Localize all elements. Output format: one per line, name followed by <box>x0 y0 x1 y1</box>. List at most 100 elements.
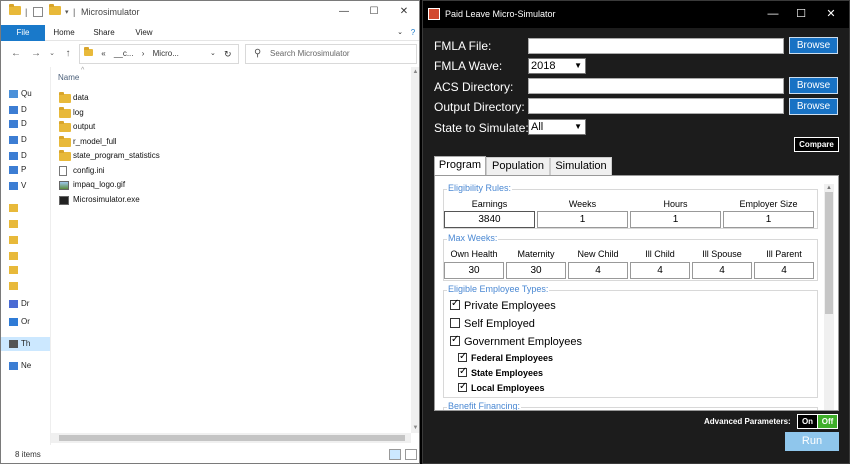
tab-home[interactable]: Home <box>51 25 77 41</box>
federal-employees-checkbox[interactable]: Federal Employees <box>458 351 553 367</box>
maximize-icon[interactable]: ☐ <box>359 4 389 20</box>
recent-dropdown-icon[interactable]: ⌄ <box>45 47 59 61</box>
file-list-item[interactable]: r_model_full <box>57 135 357 149</box>
fmla-wave-select[interactable]: 2018 ▼ <box>528 58 586 74</box>
nav-item[interactable]: V <box>1 179 50 193</box>
tab-file[interactable]: File <box>1 25 45 41</box>
new-folder-icon[interactable] <box>49 4 61 19</box>
scroll-up-icon[interactable]: ▲ <box>824 184 834 192</box>
file-list-item[interactable]: impaq_logo.gif <box>57 178 357 192</box>
scroll-thumb[interactable] <box>59 435 405 441</box>
column-header-name[interactable]: Name <box>58 73 79 82</box>
fmla-file-input[interactable] <box>528 38 784 54</box>
address-dropdown-icon[interactable]: ⌄ <box>210 45 216 63</box>
nav-item[interactable] <box>1 263 50 277</box>
earnings-input[interactable]: 3840 <box>444 211 535 228</box>
breadcrumb-overflow[interactable]: « <box>101 49 105 58</box>
tab-view[interactable]: View <box>131 25 157 41</box>
quick-access-dropdown-icon[interactable]: ▾ <box>65 6 69 19</box>
forward-arrow-icon[interactable]: → <box>29 47 43 61</box>
ill-child-header: Ill Child <box>645 249 675 259</box>
vertical-scrollbar[interactable]: ▲ ▼ <box>411 67 419 433</box>
employer-size-input[interactable]: 1 <box>723 211 814 228</box>
ill-spouse-input[interactable]: 4 <box>692 262 752 279</box>
back-arrow-icon[interactable]: ← <box>9 47 23 61</box>
scroll-thumb[interactable] <box>825 192 833 314</box>
advanced-on-toggle[interactable]: On <box>797 414 818 429</box>
ill-parent-input[interactable]: 4 <box>754 262 814 279</box>
nav-item[interactable]: Or <box>1 315 50 329</box>
government-employees-checkbox[interactable]: Government Employees <box>450 334 582 350</box>
close-icon[interactable]: ✕ <box>817 6 845 22</box>
output-directory-browse-button[interactable]: Browse <box>789 98 838 115</box>
file-list-item[interactable]: config.ini <box>57 164 357 178</box>
nav-item[interactable] <box>1 201 50 215</box>
state-employees-checkbox[interactable]: State Employees <box>458 366 543 382</box>
breadcrumb-item[interactable]: __c... <box>114 49 134 58</box>
state-select[interactable]: All ▼ <box>528 119 586 135</box>
checkbox-checked-icon[interactable] <box>450 298 460 310</box>
output-directory-input[interactable] <box>528 98 784 114</box>
maximize-icon[interactable]: ☐ <box>787 6 815 22</box>
checkbox-checked-icon[interactable] <box>458 366 467 377</box>
nav-item[interactable]: D <box>1 149 50 163</box>
nav-item[interactable]: D <box>1 103 50 117</box>
file-list-item[interactable]: log <box>57 106 357 120</box>
tab-share[interactable]: Share <box>91 25 117 41</box>
breadcrumb-current[interactable]: Micro... <box>153 49 179 58</box>
details-view-icon[interactable] <box>389 449 401 460</box>
nav-item[interactable]: D <box>1 133 50 147</box>
tab-simulation[interactable]: Simulation <box>550 157 612 175</box>
panel-scrollbar[interactable]: ▲ <box>824 184 834 410</box>
scroll-up-icon[interactable]: ▲ <box>411 67 419 77</box>
up-arrow-icon[interactable]: ↑ <box>61 47 75 61</box>
large-icons-view-icon[interactable] <box>405 449 417 460</box>
advanced-off-toggle[interactable]: Off <box>817 414 838 429</box>
nav-item[interactable]: P <box>1 163 50 177</box>
nav-item[interactable]: Ne <box>1 359 50 373</box>
nav-item[interactable] <box>1 233 50 247</box>
hours-input[interactable]: 1 <box>630 211 721 228</box>
nav-item[interactable]: Qu <box>1 87 50 101</box>
checkbox-checked-icon[interactable] <box>450 334 460 346</box>
private-employees-checkbox[interactable]: Private Employees <box>450 298 556 314</box>
acs-directory-browse-button[interactable]: Browse <box>789 77 838 94</box>
self-employed-checkbox[interactable]: Self Employed <box>450 318 535 332</box>
run-button[interactable]: Run <box>785 432 839 451</box>
checkbox-checked-icon[interactable] <box>458 351 467 362</box>
nav-item[interactable]: D <box>1 117 50 131</box>
nav-item[interactable] <box>1 217 50 231</box>
tab-population[interactable]: Population <box>486 157 550 175</box>
weeks-input[interactable]: 1 <box>537 211 628 228</box>
nav-item[interactable]: Dr <box>1 297 50 311</box>
close-icon[interactable]: ✕ <box>389 4 419 20</box>
nav-item[interactable] <box>1 279 50 293</box>
minimize-icon[interactable]: — <box>759 6 787 22</box>
compare-button[interactable]: Compare <box>794 137 839 152</box>
maternity-input[interactable]: 30 <box>506 262 566 279</box>
minimize-icon[interactable]: — <box>329 4 359 20</box>
help-icon[interactable]: ? <box>407 25 419 41</box>
file-list-item[interactable]: state_program_statistics <box>57 149 357 163</box>
file-list-item[interactable]: output <box>57 120 357 134</box>
nav-item[interactable]: Th <box>1 337 50 351</box>
nav-item[interactable] <box>1 249 50 263</box>
address-bar[interactable]: « __c... › Micro... ⌄ ↻ <box>79 44 239 64</box>
checkbox-unchecked-icon[interactable] <box>450 318 460 328</box>
file-list-item[interactable]: Microsimulator.exe <box>57 193 357 207</box>
checkbox-checked-icon[interactable] <box>458 381 467 392</box>
fmla-file-browse-button[interactable]: Browse <box>789 37 838 54</box>
expand-ribbon-icon[interactable]: ⌄ <box>393 25 407 41</box>
ill-child-input[interactable]: 4 <box>630 262 690 279</box>
acs-directory-input[interactable] <box>528 78 784 94</box>
properties-icon[interactable] <box>33 7 43 17</box>
file-list-item[interactable]: data <box>57 91 357 105</box>
own-health-input[interactable]: 30 <box>444 262 504 279</box>
scroll-down-icon[interactable]: ▼ <box>411 423 419 433</box>
local-employees-checkbox[interactable]: Local Employees <box>458 381 545 397</box>
search-input[interactable]: ⚲ Search Microsimulator <box>245 44 417 64</box>
tab-program[interactable]: Program <box>434 156 486 175</box>
refresh-icon[interactable]: ↻ <box>224 45 232 63</box>
horizontal-scrollbar[interactable] <box>51 433 411 443</box>
new-child-input[interactable]: 4 <box>568 262 628 279</box>
